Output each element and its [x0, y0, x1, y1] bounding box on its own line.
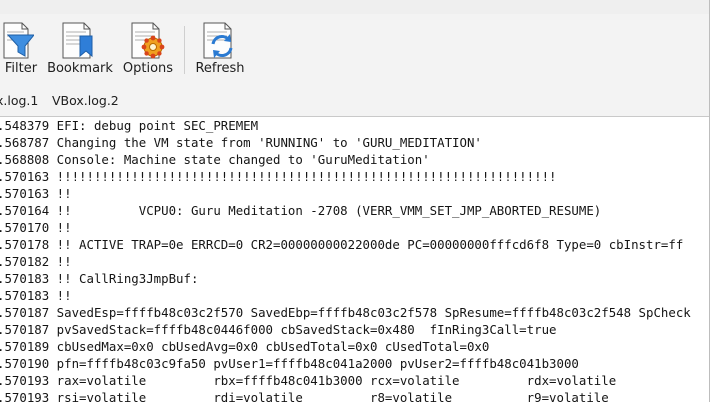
refresh-icon — [203, 22, 233, 59]
window-top-strip — [0, 0, 710, 15]
options-button[interactable]: Options — [120, 20, 176, 80]
refresh-button[interactable]: Refresh — [192, 20, 248, 80]
filter-button[interactable]: Filter — [0, 20, 40, 80]
refresh-label: Refresh — [195, 61, 245, 76]
log-line: .570187 pvSavedStack=ffffb48c0446f000 cb… — [0, 322, 557, 337]
log-viewer[interactable]: .548379 EFI: debug point SEC_PREMEM .568… — [0, 117, 710, 402]
log-line: .548379 EFI: debug point SEC_PREMEM — [0, 118, 259, 133]
log-line: .570190 pfn=ffffb48c03c9fa50 pvUser1=fff… — [0, 356, 579, 371]
log-line: .570182 !! — [0, 254, 72, 269]
toolbar-separator — [184, 26, 185, 74]
options-gear-icon — [131, 22, 165, 59]
bookmark-icon — [62, 22, 93, 59]
filter-icon — [3, 22, 34, 59]
log-line: .570163 !!!!!!!!!!!!!!!!!!!!!!!!!!!!!!!!… — [0, 169, 557, 184]
log-line: .568808 Console: Machine state changed t… — [0, 152, 430, 167]
toolbar: Filter Bookmark Options Refresh — [0, 14, 710, 86]
log-line: .570178 !! ACTIVE TRAP=0e ERRCD=0 CR2=00… — [0, 237, 684, 252]
bookmark-label: Bookmark — [47, 61, 113, 76]
log-line: .568787 Changing the VM state from 'RUNN… — [0, 135, 482, 150]
log-line: .570183 !! CallRing3JmpBuf: — [0, 271, 199, 286]
log-line: .570163 !! — [0, 186, 72, 201]
tab-log-1[interactable]: x.log.1 — [0, 93, 38, 108]
log-file-tabs: x.log.1 VBox.log.2 — [0, 86, 710, 117]
tab-log-2[interactable]: VBox.log.2 — [52, 93, 119, 108]
bookmark-button[interactable]: Bookmark — [46, 20, 114, 80]
log-line: .570183 !! — [0, 288, 72, 303]
log-line: .570164 !! VCPU0: Guru Meditation -2708 … — [0, 203, 602, 218]
options-label: Options — [122, 61, 174, 76]
log-line: .570170 !! — [0, 220, 72, 235]
log-line: .570189 cbUsedMax=0x0 cbUsedAvg=0x0 cbUs… — [0, 339, 490, 354]
log-line: .570187 SavedEsp=ffffb48c03c2f570 SavedE… — [0, 305, 691, 320]
log-line: .570193 rsi=volatile rdi=volatile r8=vol… — [0, 390, 609, 402]
log-line: .570193 rax=volatile rbx=ffffb48c041b300… — [0, 373, 617, 388]
filter-label: Filter — [4, 61, 38, 76]
